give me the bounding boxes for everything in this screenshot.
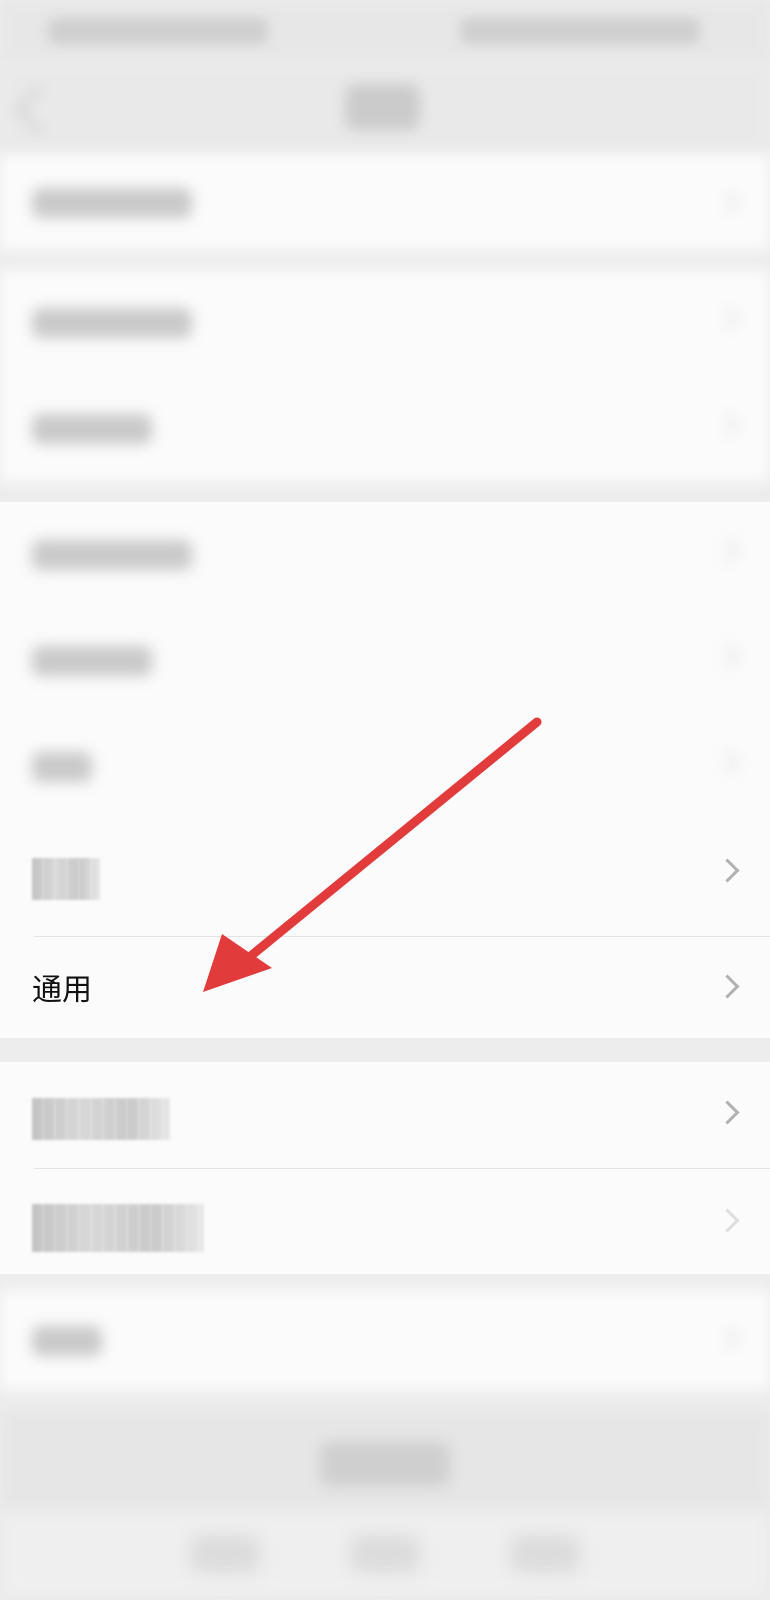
chevron-right-icon xyxy=(715,858,740,883)
settings-row-obscured[interactable] xyxy=(0,1062,770,1168)
settings-group-1 xyxy=(0,154,770,250)
blurred-label xyxy=(32,1326,102,1356)
bottom-nav-item-blurred[interactable] xyxy=(350,1535,420,1573)
chevron-right-icon xyxy=(715,644,740,669)
chevron-right-icon xyxy=(715,412,740,437)
chevron-right-icon xyxy=(715,974,740,999)
blurred-label xyxy=(32,540,192,570)
blurred-label xyxy=(32,752,92,782)
settings-group-2 xyxy=(0,270,770,482)
chevron-right-icon xyxy=(715,750,740,775)
status-bar-left-blurred xyxy=(48,18,268,44)
status-bar xyxy=(0,0,770,62)
settings-row-blurred[interactable] xyxy=(0,270,770,376)
settings-row-blurred[interactable] xyxy=(0,714,770,820)
back-chevron-icon[interactable] xyxy=(14,84,65,135)
settings-group-3: 通用 xyxy=(0,502,770,1038)
settings-row-blurred[interactable] xyxy=(0,154,770,250)
obscured-label xyxy=(32,1204,204,1252)
chevron-right-icon xyxy=(715,190,740,215)
settings-row-blurred[interactable] xyxy=(0,608,770,714)
page-title-blurred xyxy=(345,84,420,130)
settings-row-blurred[interactable] xyxy=(0,502,770,608)
chevron-right-icon xyxy=(715,306,740,331)
settings-screen: 通用 xyxy=(0,0,770,1600)
obscured-label xyxy=(32,858,100,900)
settings-row-blurred[interactable] xyxy=(0,1290,770,1390)
blurred-label xyxy=(32,646,152,676)
chevron-right-icon xyxy=(715,1326,740,1351)
chevron-right-icon xyxy=(715,1100,740,1125)
settings-item-label: 通用 xyxy=(32,973,92,1008)
bottom-button-blurred[interactable] xyxy=(320,1442,450,1486)
settings-group-5 xyxy=(0,1290,770,1390)
chevron-right-icon xyxy=(715,1208,740,1233)
navigation-bar xyxy=(0,62,770,154)
settings-row-obscured[interactable] xyxy=(0,1170,770,1274)
settings-item-general[interactable]: 通用 xyxy=(0,938,770,1038)
settings-row-blurred[interactable] xyxy=(0,376,770,482)
settings-group-4 xyxy=(0,1062,770,1274)
bottom-nav-item-blurred[interactable] xyxy=(510,1535,580,1573)
blurred-label xyxy=(32,414,152,444)
row-divider xyxy=(34,1168,770,1169)
status-bar-right-blurred xyxy=(460,18,700,44)
row-divider xyxy=(34,936,770,937)
blurred-label xyxy=(32,188,192,218)
obscured-label xyxy=(32,1098,170,1140)
chevron-right-icon xyxy=(715,538,740,563)
settings-row-obscured[interactable] xyxy=(0,820,770,926)
blurred-label xyxy=(32,308,192,338)
bottom-nav-item-blurred[interactable] xyxy=(190,1535,260,1573)
